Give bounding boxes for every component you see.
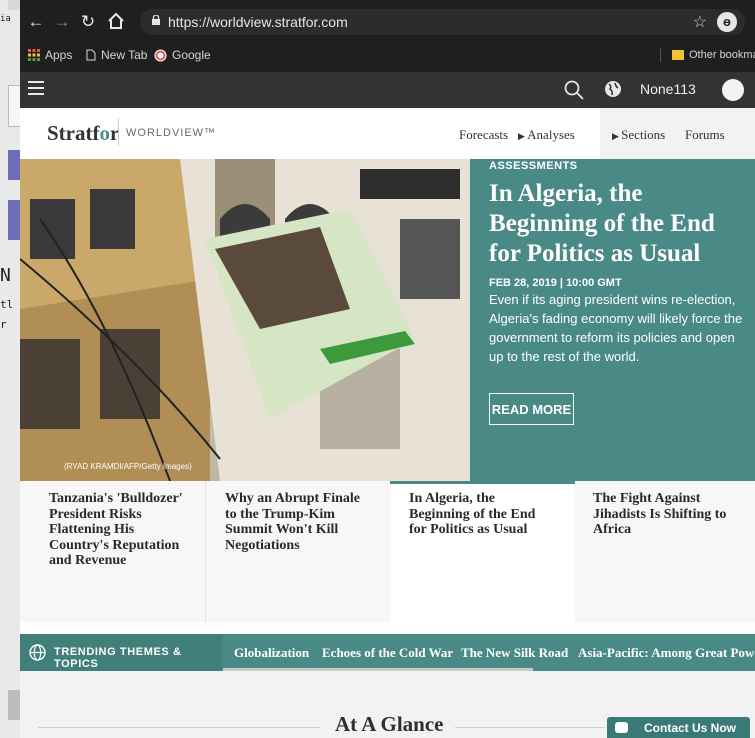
- address-bar[interactable]: https://worldview.stratfor.com ☆ ɵ: [140, 9, 745, 35]
- home-icon[interactable]: [106, 12, 126, 32]
- profile-icon[interactable]: ɵ: [717, 12, 737, 32]
- site-topbar: None113: [20, 72, 755, 108]
- topic-link[interactable]: The New Silk Road: [461, 645, 568, 661]
- chat-icon: [615, 722, 628, 733]
- nav-forecasts[interactable]: Forecasts: [459, 127, 508, 143]
- background-text: N: [0, 265, 11, 286]
- article-kicker[interactable]: ASSESSMENTS: [489, 160, 578, 172]
- bookmark-apps[interactable]: Apps: [28, 48, 72, 62]
- globe-icon: [29, 644, 46, 661]
- star-icon[interactable]: ☆: [693, 12, 707, 32]
- story-tile[interactable]: The Fight Against Jihadists Is Shifting …: [575, 481, 755, 622]
- google-icon: [154, 49, 167, 61]
- bookmark-new-tab[interactable]: New Tab: [86, 48, 147, 62]
- contact-us-label: Contact Us Now: [644, 721, 737, 735]
- background-text: ia: [0, 14, 11, 24]
- divider: [455, 727, 605, 728]
- stratfor-logo[interactable]: Stratfor: [47, 121, 119, 146]
- bookmarks-bar: Apps New Tab Google Other bookmark: [20, 44, 755, 70]
- background-window-edge: ia N tl r: [0, 0, 20, 738]
- topic-link[interactable]: Globalization: [234, 645, 309, 661]
- trending-bar: TRENDING THEMES & TOPICS Globalization E…: [20, 634, 755, 671]
- article-summary: Even if its aging president wins re-elec…: [489, 292, 743, 364]
- back-arrow-icon[interactable]: ←: [26, 12, 46, 32]
- topic-link[interactable]: Echoes of the Cold War: [322, 645, 453, 661]
- site-nav: Stratfor WORLDVIEW™ Forecasts ▶ Analyses…: [20, 108, 755, 160]
- background-text: tl: [0, 298, 14, 311]
- hero-photo[interactable]: (RYAD KRAMDI/AFP/Getty Images): [20, 159, 470, 481]
- apps-grid-icon: [28, 49, 40, 61]
- story-tiles: Tanzania's 'Bulldozer' President Risks F…: [20, 481, 755, 622]
- trending-label-box: TRENDING THEMES & TOPICS: [20, 634, 222, 671]
- url-text: https://worldview.stratfor.com: [168, 14, 348, 30]
- section-title: At A Glance: [335, 712, 444, 736]
- bookmark-google[interactable]: Google: [154, 48, 211, 62]
- page-icon: [86, 49, 96, 61]
- browser-chrome: ← → ↻ https://worldview.stratfor.com ☆ ɵ…: [20, 0, 755, 72]
- article-dateline: FEB 28, 2019 | 10:00 GMT: [489, 277, 622, 289]
- story-title: In Algeria, the Beginning of the End for…: [409, 491, 536, 537]
- forward-arrow-icon[interactable]: →: [52, 12, 72, 32]
- hero-panel: ASSESSMENTS In Algeria, the Beginning of…: [470, 159, 755, 481]
- at-a-glance-section: At A Glance Contact Us Now: [20, 671, 755, 738]
- trending-label: TRENDING THEMES & TOPICS: [54, 646, 182, 670]
- topic-link[interactable]: Asia-Pacific: Among Great Power: [578, 645, 755, 661]
- story-title: Why an Abrupt Finale to the Trump-Kim Su…: [225, 491, 360, 553]
- story-tile[interactable]: Tanzania's 'Bulldozer' President Risks F…: [20, 481, 205, 622]
- caret-right-icon: ▶: [612, 131, 622, 141]
- avatar[interactable]: [722, 79, 744, 101]
- story-tile-active[interactable]: In Algeria, the Beginning of the End for…: [390, 481, 575, 622]
- user-label[interactable]: None113: [640, 81, 696, 97]
- hero-photo-graphic: [20, 159, 470, 481]
- folder-icon: [672, 50, 684, 60]
- photo-credit: (RYAD KRAMDI/AFP/Getty Images): [64, 462, 192, 471]
- globe-icon[interactable]: [604, 80, 622, 98]
- search-icon[interactable]: [563, 79, 585, 101]
- story-title: Tanzania's 'Bulldozer' President Risks F…: [49, 491, 183, 568]
- background-text: r: [0, 318, 7, 331]
- read-more-button[interactable]: READ MORE: [489, 393, 574, 425]
- contact-us-button[interactable]: Contact Us Now: [607, 717, 750, 738]
- story-tile[interactable]: Why an Abrupt Finale to the Trump-Kim Su…: [205, 481, 390, 622]
- divider: [38, 727, 320, 728]
- story-title: The Fight Against Jihadists Is Shifting …: [593, 491, 727, 537]
- lock-icon: [152, 15, 160, 25]
- caret-right-icon: ▶: [518, 131, 528, 141]
- logo-divider: [118, 118, 119, 146]
- worldview-label: WORLDVIEW™: [126, 127, 217, 139]
- hero-headline[interactable]: In Algeria, the Beginning of the End for…: [489, 179, 744, 269]
- hamburger-menu-icon[interactable]: [28, 81, 44, 95]
- nav-sections[interactable]: ▶ Sections: [612, 127, 665, 143]
- nav-analyses[interactable]: ▶ Analyses: [518, 127, 575, 143]
- nav-forums[interactable]: Forums: [685, 127, 725, 143]
- bookmark-other[interactable]: Other bookmark: [660, 48, 755, 62]
- reload-icon[interactable]: ↻: [78, 12, 98, 32]
